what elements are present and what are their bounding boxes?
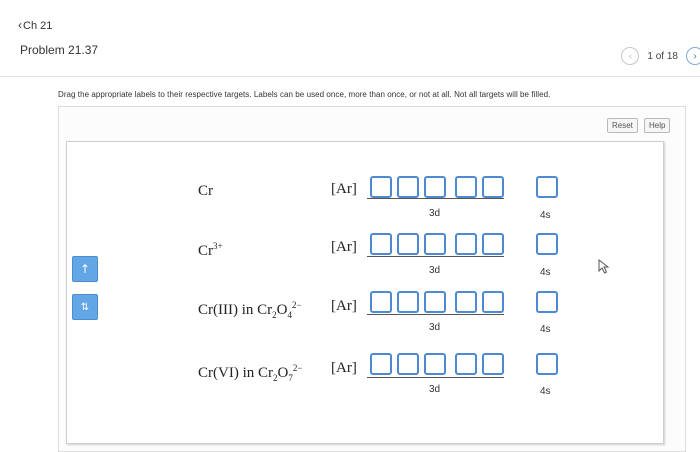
- core-config-label: [Ar]: [331, 360, 357, 376]
- chevron-left-icon: ‹: [18, 18, 22, 32]
- 3d-orbital-target[interactable]: [455, 353, 477, 375]
- 3d-orbital-target[interactable]: [455, 233, 477, 255]
- 3d-orbital-target[interactable]: [397, 353, 419, 375]
- 3d-orbital-target[interactable]: [482, 291, 504, 313]
- label-tile-single-up-arrow[interactable]: ↑: [72, 256, 98, 282]
- 4s-label: 4s: [540, 210, 551, 221]
- 3d-label: 3d: [429, 384, 441, 395]
- problem-title: Problem 21.37: [20, 43, 99, 57]
- 3d-label: 3d: [429, 208, 441, 219]
- mouse-pointer-icon: [598, 259, 610, 274]
- 3d-orbital-target[interactable]: [397, 291, 419, 313]
- 3d-orbital-target[interactable]: [455, 291, 477, 313]
- back-to-chapter-link[interactable]: ‹Ch 21: [18, 18, 52, 32]
- target-underline: [367, 198, 504, 199]
- species-label: Cr(VI) in Cr2O72−: [198, 363, 303, 383]
- instructions-text: Drag the appropriate labels to their res…: [58, 90, 551, 99]
- 4s-orbital-target[interactable]: [536, 353, 558, 375]
- chevron-right-icon: ›: [693, 50, 697, 62]
- target-underline: [367, 256, 504, 257]
- 3d-orbital-target[interactable]: [370, 291, 392, 313]
- 4s-orbital-target[interactable]: [536, 291, 558, 313]
- target-underline: [367, 377, 504, 378]
- core-config-label: [Ar]: [331, 239, 357, 255]
- 3d-orbital-target[interactable]: [424, 291, 446, 313]
- 3d-orbital-target[interactable]: [424, 233, 446, 255]
- 3d-orbital-target[interactable]: [397, 176, 419, 198]
- 4s-orbital-target[interactable]: [536, 176, 558, 198]
- label-tile-paired-arrows[interactable]: ⇅: [72, 294, 98, 320]
- 3d-orbital-target[interactable]: [455, 176, 477, 198]
- 3d-orbital-target[interactable]: [397, 233, 419, 255]
- species-label: Cr: [198, 183, 213, 199]
- header-divider: [0, 76, 700, 77]
- 3d-label: 3d: [429, 265, 441, 276]
- 3d-label: 3d: [429, 322, 441, 333]
- core-config-label: [Ar]: [331, 181, 357, 197]
- 3d-orbital-target[interactable]: [370, 233, 392, 255]
- previous-problem-button[interactable]: ‹: [621, 47, 640, 65]
- back-link-label: Ch 21: [23, 20, 53, 32]
- 3d-orbital-target[interactable]: [424, 176, 446, 198]
- 4s-label: 4s: [540, 324, 551, 335]
- help-button[interactable]: Help: [644, 118, 671, 133]
- next-problem-button[interactable]: ›: [686, 47, 700, 65]
- pager-count: 1 of 18: [647, 50, 678, 62]
- 3d-orbital-target[interactable]: [370, 176, 392, 198]
- target-underline: [367, 314, 504, 315]
- 3d-orbital-target[interactable]: [482, 233, 504, 255]
- 4s-label: 4s: [540, 267, 551, 278]
- reset-button[interactable]: Reset: [607, 118, 638, 133]
- 3d-orbital-target[interactable]: [482, 353, 504, 375]
- up-arrow-icon: ↑: [79, 262, 91, 276]
- species-label: Cr(III) in Cr2O42−: [198, 300, 302, 320]
- 4s-label: 4s: [540, 386, 551, 397]
- species-label: Cr3+: [198, 241, 223, 259]
- core-config-label: [Ar]: [331, 298, 357, 314]
- 4s-orbital-target[interactable]: [536, 233, 558, 255]
- pager: ‹ 1 of 18 ›: [621, 46, 700, 66]
- 3d-orbital-target[interactable]: [482, 176, 504, 198]
- up-down-arrows-icon: ⇅: [80, 301, 90, 313]
- chevron-left-icon: ‹: [628, 50, 633, 62]
- target-board: [66, 141, 664, 444]
- 3d-orbital-target[interactable]: [370, 353, 392, 375]
- 3d-orbital-target[interactable]: [424, 353, 446, 375]
